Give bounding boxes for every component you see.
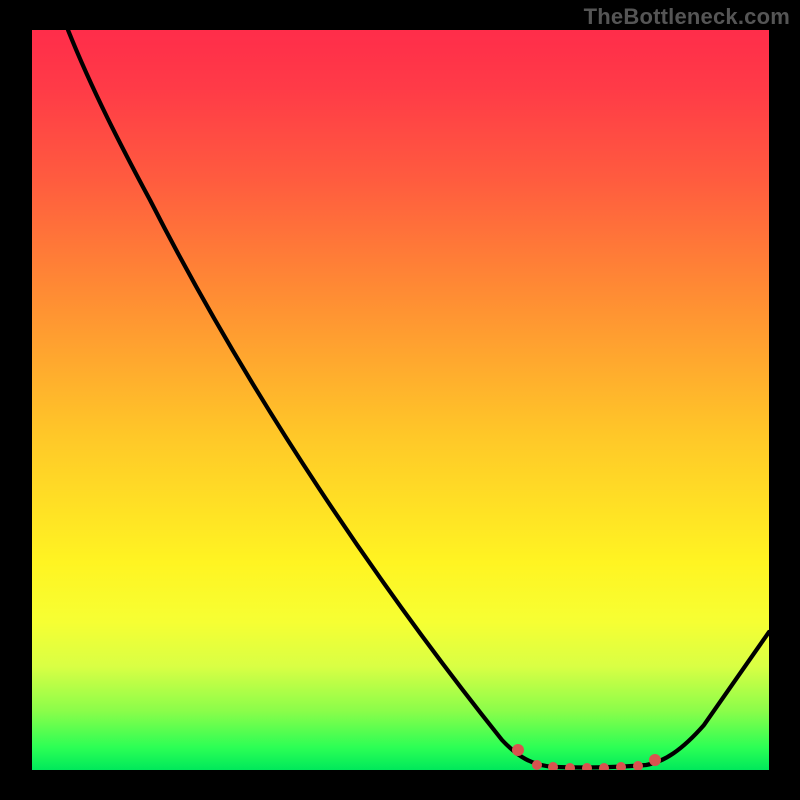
- curve-path: [68, 30, 769, 767]
- watermark-text: TheBottleneck.com: [584, 4, 790, 30]
- plot-area: [32, 30, 769, 770]
- trough-markers: [512, 744, 661, 770]
- bottleneck-curve: [32, 30, 769, 770]
- chart-container: TheBottleneck.com: [0, 0, 800, 800]
